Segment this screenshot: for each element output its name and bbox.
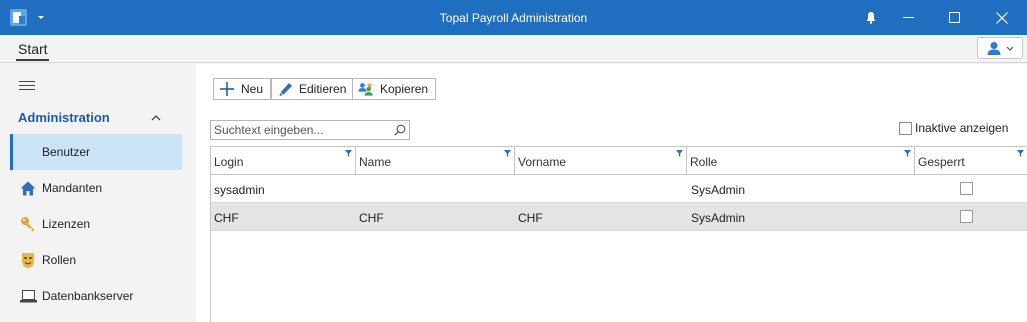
plus-icon: [219, 81, 235, 97]
sidebar-item-label: Lizenzen: [42, 217, 91, 231]
cell-rolle: SysAdmin: [691, 183, 746, 197]
sidebar-section-administration[interactable]: Administration: [18, 110, 168, 125]
show-inactive-toggle: Inaktive anzeigen: [899, 121, 1008, 135]
filter-icon[interactable]: [676, 150, 683, 157]
table-row[interactable]: sysadmin SysAdmin: [211, 175, 1027, 203]
filter-icon[interactable]: [504, 150, 511, 157]
locked-checkbox[interactable]: [960, 182, 973, 195]
sidebar-item-benutzer[interactable]: Benutzer: [10, 134, 182, 170]
active-tab-indicator: [16, 59, 49, 61]
filter-icon[interactable]: [345, 150, 352, 157]
title-bar: Topal Payroll Administration: [0, 0, 1027, 35]
column-header-gesperrt[interactable]: Gesperrt: [915, 147, 1027, 175]
sidebar: Administration Benutzer Mandanten Lizenz…: [0, 64, 195, 322]
pencil-icon: [277, 81, 293, 97]
new-button-label: Neu: [241, 82, 264, 96]
copy-button[interactable]: Kopieren: [352, 78, 437, 100]
new-button[interactable]: Neu: [213, 78, 272, 100]
sidebar-item-label: Mandanten: [42, 181, 103, 195]
laptop-icon: [19, 287, 37, 305]
home-icon: [19, 179, 37, 197]
filter-icon[interactable]: [1017, 150, 1024, 157]
key-icon: [19, 215, 37, 233]
show-inactive-label: Inaktive anzeigen: [915, 121, 1009, 135]
column-header-login[interactable]: Login: [211, 147, 356, 175]
search-input[interactable]: [214, 123, 390, 137]
close-button[interactable]: [982, 0, 1022, 35]
ribbon-tab-bar: Start: [0, 35, 1027, 63]
table-row[interactable]: CHF CHF CHF SysAdmin: [211, 203, 1027, 231]
cell-vorname: CHF: [518, 211, 543, 225]
edit-button-label: Editieren: [299, 82, 347, 96]
search-box: [210, 120, 410, 140]
edit-button[interactable]: Editieren: [271, 78, 355, 100]
chevron-up-icon[interactable]: [150, 112, 162, 122]
locked-checkbox[interactable]: [960, 210, 973, 223]
mask-icon: [19, 251, 37, 269]
maximize-button[interactable]: [934, 0, 974, 35]
sidebar-item-lizenzen[interactable]: Lizenzen: [10, 206, 182, 242]
column-header-name[interactable]: Name: [356, 147, 515, 175]
show-inactive-checkbox[interactable]: [899, 121, 912, 135]
sidebar-item-label: Benutzer: [42, 145, 91, 159]
minimize-button[interactable]: [888, 0, 928, 35]
hamburger-menu-icon[interactable]: [19, 80, 37, 92]
chevron-down-icon: [1006, 46, 1014, 51]
search-icon[interactable]: [394, 124, 406, 136]
sidebar-item-datenbankserver[interactable]: Datenbankserver: [10, 278, 182, 314]
filter-icon[interactable]: [904, 150, 911, 157]
sidebar-item-rollen[interactable]: Rollen: [10, 242, 182, 278]
copy-button-label: Kopieren: [380, 82, 429, 96]
users-grid: Login Name Vorname Rolle Gesperrt sysadm…: [210, 146, 1027, 322]
grid-header: Login Name Vorname Rolle Gesperrt: [211, 147, 1027, 175]
tab-start[interactable]: Start: [18, 41, 48, 57]
copy-users-icon: [358, 81, 374, 97]
user-account-icon: [987, 42, 1001, 55]
column-header-vorname[interactable]: Vorname: [515, 147, 687, 175]
notification-bell-icon[interactable]: [851, 0, 891, 35]
user-menu-button[interactable]: [977, 37, 1023, 59]
cell-login: CHF: [214, 211, 239, 225]
cell-rolle: SysAdmin: [691, 211, 746, 225]
cell-name: CHF: [359, 211, 384, 225]
sidebar-item-label: Datenbankserver: [42, 289, 134, 303]
sidebar-item-mandanten[interactable]: Mandanten: [10, 170, 182, 206]
sidebar-item-label: Rollen: [42, 253, 77, 267]
column-header-rolle[interactable]: Rolle: [687, 147, 915, 175]
main-content: Neu Editieren Kopieren Inaktive anzeigen…: [196, 64, 1027, 322]
cell-login: sysadmin: [214, 183, 265, 197]
